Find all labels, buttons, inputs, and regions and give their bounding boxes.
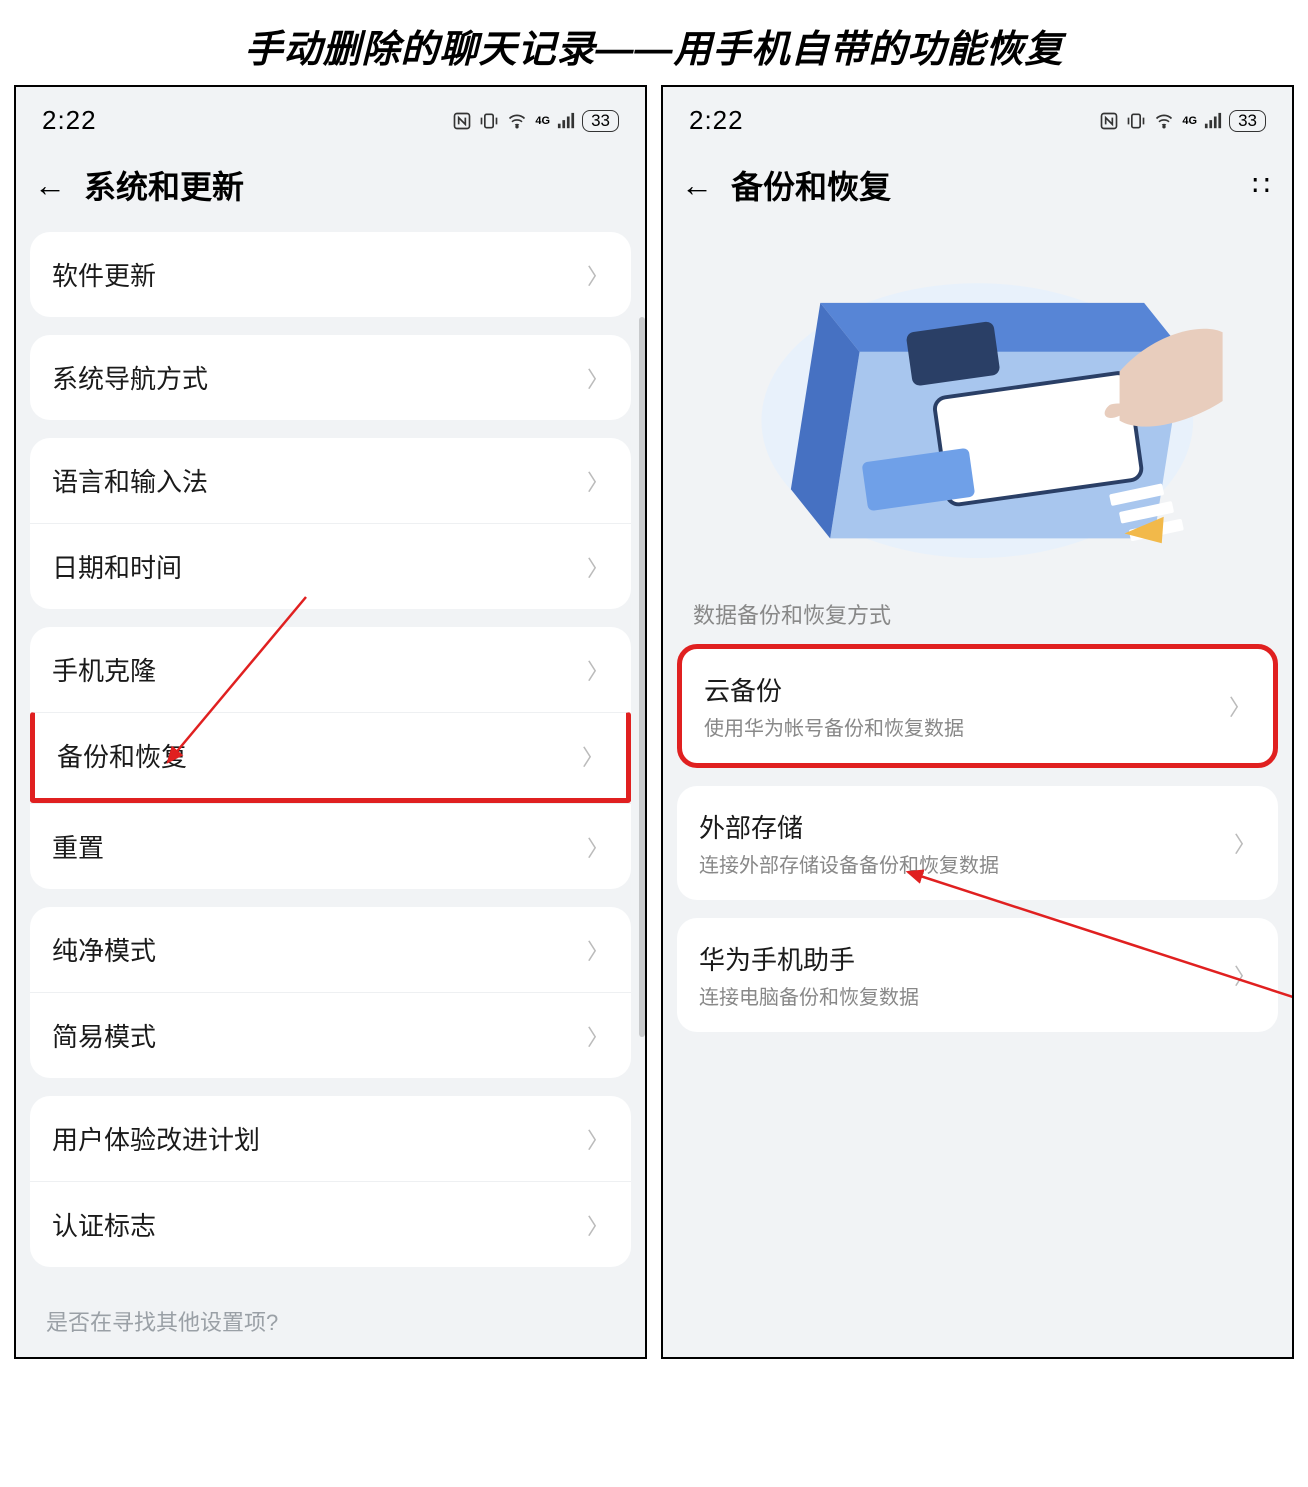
chevron-right-icon: 〉 [587, 362, 609, 394]
menu-backup-restore[interactable]: 备份和恢复 〉 [30, 712, 631, 803]
section-label: 数据备份和恢复方式 [663, 588, 1292, 644]
status-bar: 2:22 4G 33 [663, 87, 1292, 142]
chevron-right-icon: 〉 [1234, 827, 1256, 859]
menu-label: 外部存储 [699, 808, 999, 845]
menu-label: 纯净模式 [52, 931, 156, 968]
chevron-right-icon: 〉 [1229, 690, 1251, 722]
search-other-settings-hint: 是否在寻找其他设置项? [16, 1285, 645, 1357]
menu-cloud-backup[interactable]: 云备份 使用华为帐号备份和恢复数据 〉 [682, 649, 1273, 763]
chevron-right-icon: 〉 [587, 934, 609, 966]
menu-label: 简易模式 [52, 1017, 156, 1054]
chevron-right-icon: 〉 [582, 740, 604, 772]
status-icons: 4G 33 [1099, 110, 1266, 132]
chevron-right-icon: 〉 [587, 259, 609, 291]
menu-software-update[interactable]: 软件更新 〉 [30, 232, 631, 317]
status-icons: 4G 33 [452, 110, 619, 132]
more-button[interactable]: ∷ [1252, 169, 1274, 202]
signal-bars-icon [557, 112, 575, 130]
nfc-icon [1099, 111, 1119, 131]
wifi-icon [1153, 111, 1175, 131]
menu-simple-mode[interactable]: 简易模式 〉 [30, 992, 631, 1078]
chevron-right-icon: 〉 [587, 465, 609, 497]
status-bar: 2:22 4G 33 [16, 87, 645, 142]
header-title: 系统和更新 [84, 162, 244, 208]
menu-label: 重置 [52, 828, 104, 865]
menu-label: 软件更新 [52, 256, 156, 293]
header-right: ← 备份和恢复 ∷ [663, 142, 1292, 232]
screenshot-right: 2:22 4G 33 ← 备份和恢复 ∷ [661, 85, 1294, 1359]
nfc-icon [452, 111, 472, 131]
menu-label: 云备份 [704, 671, 964, 708]
menu-label: 认证标志 [52, 1206, 156, 1243]
scrollbar[interactable] [639, 317, 645, 1037]
menu-pure-mode[interactable]: 纯净模式 〉 [30, 907, 631, 992]
back-button[interactable]: ← [681, 167, 713, 204]
menu-label: 手机克隆 [52, 651, 156, 688]
menu-label: 日期和时间 [52, 548, 182, 585]
chevron-right-icon: 〉 [587, 1123, 609, 1155]
battery-icon: 33 [1229, 110, 1266, 132]
menu-phone-clone[interactable]: 手机克隆 〉 [30, 627, 631, 712]
menu-label: 华为手机助手 [699, 940, 919, 977]
header-title: 备份和恢复 [731, 162, 891, 208]
header-left: ← 系统和更新 [16, 142, 645, 232]
status-time: 2:22 [689, 105, 744, 136]
menu-label: 备份和恢复 [57, 737, 187, 774]
menu-label: 语言和输入法 [52, 462, 208, 499]
menu-system-navigation[interactable]: 系统导航方式 〉 [30, 335, 631, 420]
hero-illustration [663, 232, 1292, 588]
back-button[interactable]: ← [34, 167, 66, 204]
menu-sublabel: 连接外部存储设备备份和恢复数据 [699, 849, 999, 878]
page-main-title: 手动删除的聊天记录——用手机自带的功能恢复 [0, 0, 1308, 85]
chevron-right-icon: 〉 [587, 654, 609, 686]
signal-4g-icon: 4G [1182, 115, 1197, 127]
chevron-right-icon: 〉 [1234, 959, 1256, 991]
vibrate-icon [479, 111, 499, 131]
menu-sublabel: 使用华为帐号备份和恢复数据 [704, 712, 964, 741]
menu-label: 系统导航方式 [52, 359, 208, 396]
wifi-icon [506, 111, 528, 131]
chevron-right-icon: 〉 [587, 1020, 609, 1052]
screenshot-left: 2:22 4G 33 ← 系统和更新 软件更新 〉 [14, 85, 647, 1359]
menu-reset[interactable]: 重置 〉 [30, 803, 631, 889]
menu-certification[interactable]: 认证标志 〉 [30, 1181, 631, 1267]
menu-label: 用户体验改进计划 [52, 1120, 260, 1157]
vibrate-icon [1126, 111, 1146, 131]
menu-hisuite[interactable]: 华为手机助手 连接电脑备份和恢复数据 〉 [677, 918, 1278, 1032]
menu-user-experience[interactable]: 用户体验改进计划 〉 [30, 1096, 631, 1181]
signal-bars-icon [1204, 112, 1222, 130]
chevron-right-icon: 〉 [587, 831, 609, 863]
menu-sublabel: 连接电脑备份和恢复数据 [699, 981, 919, 1010]
signal-4g-icon: 4G [535, 115, 550, 127]
battery-icon: 33 [582, 110, 619, 132]
menu-date-time[interactable]: 日期和时间 〉 [30, 523, 631, 609]
menu-language-input[interactable]: 语言和输入法 〉 [30, 438, 631, 523]
chevron-right-icon: 〉 [587, 1209, 609, 1241]
chevron-right-icon: 〉 [587, 551, 609, 583]
status-time: 2:22 [42, 105, 97, 136]
menu-external-storage[interactable]: 外部存储 连接外部存储设备备份和恢复数据 〉 [677, 786, 1278, 900]
